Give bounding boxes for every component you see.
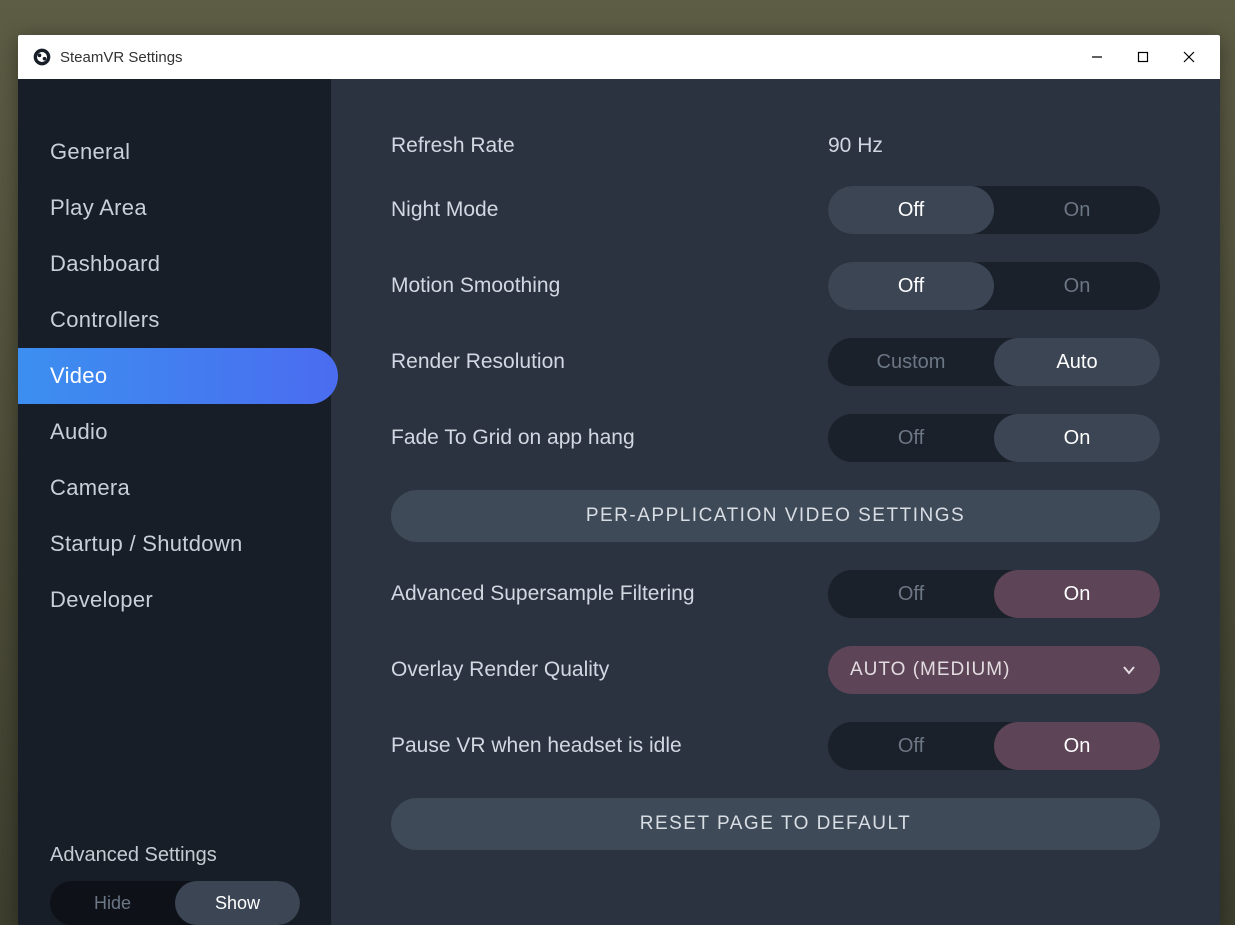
night-mode-row: Night Mode Off On (391, 186, 1160, 234)
sidebar-item-developer[interactable]: Developer (18, 572, 331, 628)
sidebar-item-play-area[interactable]: Play Area (18, 180, 331, 236)
pause-idle-row: Pause VR when headset is idle Off On (391, 722, 1160, 770)
overlay-quality-row: Overlay Render Quality AUTO (MEDIUM) (391, 646, 1160, 694)
advanced-settings-label: Advanced Settings (50, 844, 299, 867)
reset-page-button[interactable]: RESET PAGE TO DEFAULT (391, 798, 1160, 850)
advanced-settings-section: Advanced Settings Hide Show (18, 844, 331, 925)
sidebar-item-general[interactable]: General (18, 124, 331, 180)
sidebar: General Play Area Dashboard Controllers … (18, 79, 331, 925)
minimize-button[interactable] (1074, 42, 1120, 72)
motion-smoothing-label: Motion Smoothing (391, 274, 828, 298)
refresh-rate-label: Refresh Rate (391, 134, 828, 158)
advanced-settings-toggle[interactable]: Hide Show (50, 881, 300, 925)
adv-supersample-on[interactable]: On (994, 570, 1160, 618)
render-resolution-toggle[interactable]: Custom Auto (828, 338, 1160, 386)
maximize-button[interactable] (1120, 42, 1166, 72)
overlay-quality-value: AUTO (MEDIUM) (850, 659, 1120, 681)
sidebar-item-audio[interactable]: Audio (18, 404, 331, 460)
adv-supersample-toggle[interactable]: Off On (828, 570, 1160, 618)
pause-idle-off[interactable]: Off (828, 722, 994, 770)
render-resolution-label: Render Resolution (391, 350, 828, 374)
window-title: SteamVR Settings (60, 49, 183, 66)
refresh-rate-value: 90 Hz (828, 134, 1160, 158)
render-resolution-auto[interactable]: Auto (994, 338, 1160, 386)
steamvr-icon (32, 47, 52, 67)
chevron-down-icon (1120, 661, 1138, 679)
pause-idle-label: Pause VR when headset is idle (391, 734, 828, 758)
night-mode-toggle[interactable]: Off On (828, 186, 1160, 234)
motion-smoothing-off[interactable]: Off (828, 262, 994, 310)
fade-to-grid-toggle[interactable]: Off On (828, 414, 1160, 462)
adv-supersample-row: Advanced Supersample Filtering Off On (391, 570, 1160, 618)
close-button[interactable] (1166, 42, 1212, 72)
motion-smoothing-row: Motion Smoothing Off On (391, 262, 1160, 310)
render-resolution-row: Render Resolution Custom Auto (391, 338, 1160, 386)
titlebar: SteamVR Settings (18, 35, 1220, 79)
pause-idle-toggle[interactable]: Off On (828, 722, 1160, 770)
render-resolution-custom[interactable]: Custom (828, 338, 994, 386)
refresh-rate-row: Refresh Rate 90 Hz (391, 134, 1160, 158)
sidebar-item-video[interactable]: Video (18, 348, 338, 404)
fade-to-grid-label: Fade To Grid on app hang (391, 426, 828, 450)
fade-to-grid-off[interactable]: Off (828, 414, 994, 462)
overlay-quality-dropdown[interactable]: AUTO (MEDIUM) (828, 646, 1160, 694)
sidebar-item-dashboard[interactable]: Dashboard (18, 236, 331, 292)
sidebar-item-camera[interactable]: Camera (18, 460, 331, 516)
adv-supersample-off[interactable]: Off (828, 570, 994, 618)
night-mode-off[interactable]: Off (828, 186, 994, 234)
pause-idle-on[interactable]: On (994, 722, 1160, 770)
overlay-quality-label: Overlay Render Quality (391, 658, 828, 682)
per-application-settings-button[interactable]: PER-APPLICATION VIDEO SETTINGS (391, 490, 1160, 542)
sidebar-item-controllers[interactable]: Controllers (18, 292, 331, 348)
night-mode-on[interactable]: On (994, 186, 1160, 234)
advanced-show-option[interactable]: Show (175, 881, 300, 925)
adv-supersample-label: Advanced Supersample Filtering (391, 582, 828, 606)
settings-window: SteamVR Settings General Play Area Dashb… (18, 35, 1220, 925)
motion-smoothing-on[interactable]: On (994, 262, 1160, 310)
motion-smoothing-toggle[interactable]: Off On (828, 262, 1160, 310)
night-mode-label: Night Mode (391, 198, 828, 222)
fade-to-grid-row: Fade To Grid on app hang Off On (391, 414, 1160, 462)
sidebar-item-startup-shutdown[interactable]: Startup / Shutdown (18, 516, 331, 572)
advanced-hide-option[interactable]: Hide (50, 881, 175, 925)
fade-to-grid-on[interactable]: On (994, 414, 1160, 462)
main-panel: Refresh Rate 90 Hz Night Mode Off On Mot… (331, 79, 1220, 925)
